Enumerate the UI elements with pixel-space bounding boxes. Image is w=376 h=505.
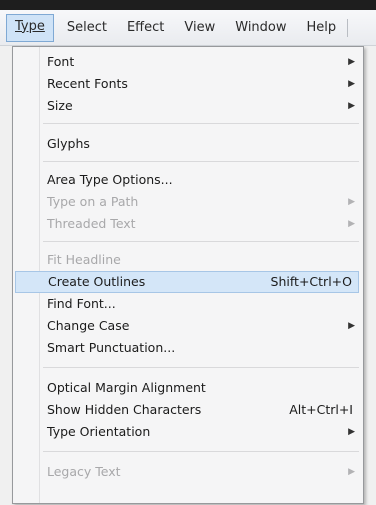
menu-item-fit-headline[interactable]: Fit Headline (15, 249, 359, 271)
menubar-item-type[interactable]: Type (6, 13, 54, 42)
title-strip (0, 0, 376, 10)
menu-item-smart-punctuation[interactable]: Smart Punctuation... (15, 337, 359, 359)
menu-item-create-outlines[interactable]: Create Outlines Shift+Ctrl+O (15, 271, 359, 293)
chevron-right-icon: ▶ (348, 427, 355, 437)
menu-item-legacy-text[interactable]: Legacy Text ▶ (15, 461, 359, 483)
menu-item-shortcut: Shift+Ctrl+O (270, 274, 352, 289)
menu-item-label: Show Hidden Characters (47, 402, 202, 417)
menu-item-glyphs[interactable]: Glyphs (15, 133, 359, 155)
chevron-right-icon: ▶ (348, 197, 355, 207)
menubar-item-help[interactable]: Help (300, 15, 344, 41)
menubar-item-effect[interactable]: Effect (120, 15, 171, 41)
menu-separator (43, 451, 359, 452)
menu-item-label: Glyphs (47, 136, 90, 151)
menu-item-label: Type on a Path (47, 194, 139, 209)
menu-separator (43, 161, 359, 162)
chevron-right-icon: ▶ (348, 57, 355, 67)
type-menu-dropdown: Font ▶ Recent Fonts ▶ Size ▶ Glyphs Area… (12, 46, 364, 504)
menu-item-label: Recent Fonts (47, 76, 128, 91)
chevron-right-icon: ▶ (348, 219, 355, 229)
menu-bar: Type Select Effect View Window Help (0, 10, 376, 46)
menu-item-threaded-text[interactable]: Threaded Text ▶ (15, 213, 359, 235)
chevron-right-icon: ▶ (348, 101, 355, 111)
menu-item-show-hidden-characters[interactable]: Show Hidden Characters Alt+Ctrl+I (15, 399, 359, 421)
menu-item-label: Size (47, 98, 73, 113)
menu-item-type-orientation[interactable]: Type Orientation ▶ (15, 421, 359, 443)
menu-separator (43, 123, 359, 124)
menu-item-label: Smart Punctuation... (47, 340, 176, 355)
chevron-right-icon: ▶ (348, 79, 355, 89)
menubar-separator (347, 18, 349, 37)
menu-item-label: Find Font... (47, 296, 116, 311)
menubar-item-select[interactable]: Select (60, 15, 114, 41)
menu-item-label: Create Outlines (48, 274, 146, 289)
app-window: Type Select Effect View Window Help Font… (0, 0, 376, 505)
menu-separator (43, 241, 359, 242)
menu-item-label: Threaded Text (47, 216, 136, 231)
menu-separator (43, 367, 359, 368)
menu-item-change-case[interactable]: Change Case ▶ (15, 315, 359, 337)
menu-item-label: Change Case (47, 318, 130, 333)
menu-item-find-font[interactable]: Find Font... (15, 293, 359, 315)
menubar-item-view[interactable]: View (177, 15, 222, 41)
menu-item-label: Optical Margin Alignment (47, 380, 206, 395)
menu-item-font[interactable]: Font ▶ (15, 51, 359, 73)
menu-item-label: Area Type Options... (47, 172, 173, 187)
chevron-right-icon: ▶ (348, 321, 355, 331)
chevron-right-icon: ▶ (348, 467, 355, 477)
menu-item-shortcut: Alt+Ctrl+I (289, 402, 353, 417)
menu-item-size[interactable]: Size ▶ (15, 95, 359, 117)
menu-item-recent-fonts[interactable]: Recent Fonts ▶ (15, 73, 359, 95)
menu-item-label: Font (47, 54, 75, 69)
menu-item-label: Type Orientation (47, 424, 151, 439)
menubar-item-window[interactable]: Window (228, 15, 293, 41)
menu-item-label: Fit Headline (47, 252, 121, 267)
menu-item-area-type-options[interactable]: Area Type Options... (15, 169, 359, 191)
menu-item-optical-margin-alignment[interactable]: Optical Margin Alignment (15, 377, 359, 399)
menu-item-type-on-a-path[interactable]: Type on a Path ▶ (15, 191, 359, 213)
menu-item-label: Legacy Text (47, 464, 121, 479)
